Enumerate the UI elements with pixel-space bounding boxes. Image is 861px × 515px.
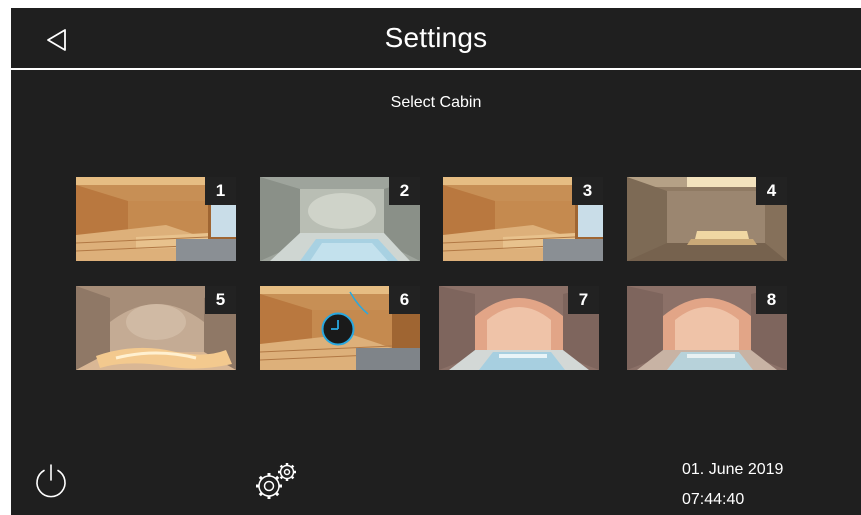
back-triangle-icon [47, 29, 66, 51]
header-divider [11, 68, 861, 70]
cabin-tile-6[interactable]: 6 [260, 286, 420, 370]
cabin-select-screen: Settings Select Cabin 1 2 3 4 5 6 7 8 01… [11, 8, 861, 515]
cabin-tile-2[interactable]: 2 [260, 177, 420, 261]
back-button[interactable] [39, 22, 75, 58]
cabin-tile-1[interactable]: 1 [76, 177, 236, 261]
cabin-tile-5[interactable]: 5 [76, 286, 236, 370]
page-title: Settings [384, 22, 488, 53]
cabin-tile-4[interactable]: 4 [627, 177, 787, 261]
cabin-number: 3 [572, 177, 603, 205]
gears-icon [256, 463, 296, 499]
select-cabin-label: Select Cabin [390, 94, 482, 111]
power-icon [36, 464, 66, 498]
power-button[interactable] [33, 463, 69, 499]
cabin-number: 7 [568, 286, 599, 314]
cabin-tile-7[interactable]: 7 [439, 286, 599, 370]
cabin-number: 8 [756, 286, 787, 314]
cabin-number: 1 [205, 177, 236, 205]
cabin-tile-8[interactable]: 8 [627, 286, 787, 370]
settings-button[interactable] [251, 460, 303, 504]
current-time: 07:44:40 [682, 491, 745, 508]
clock-icon [321, 312, 355, 346]
cabin-number: 6 [389, 286, 420, 314]
cabin-number: 4 [756, 177, 787, 205]
cabin-tile-3[interactable]: 3 [443, 177, 603, 261]
cabin-number: 5 [205, 286, 236, 314]
current-date: 01. June 2019 [682, 461, 784, 478]
header-bar: Settings [11, 8, 861, 68]
cabin-number: 2 [389, 177, 420, 205]
